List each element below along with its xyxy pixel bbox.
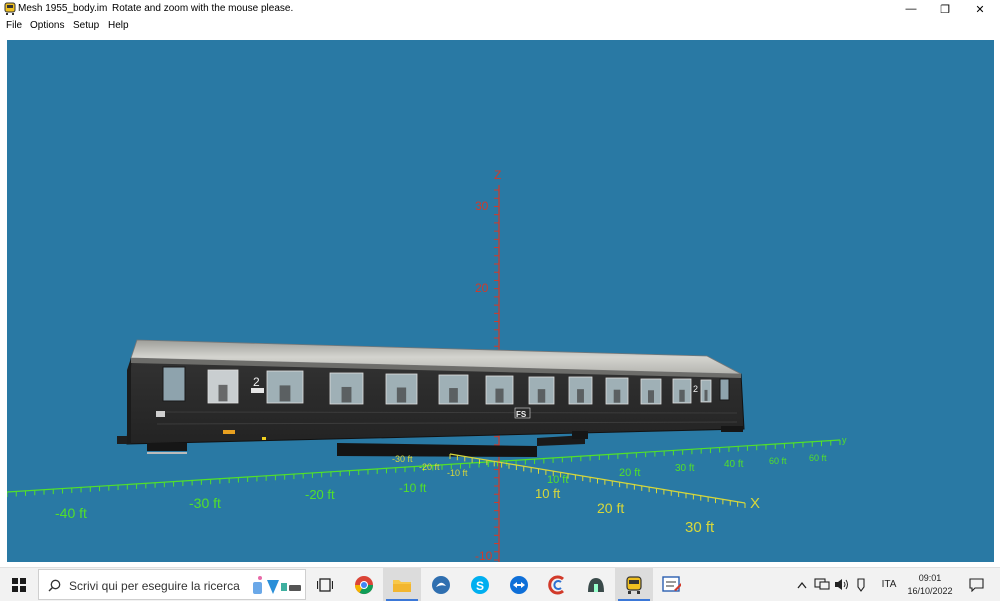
menu-options[interactable]: Options <box>30 20 64 31</box>
search-highlight-icon <box>253 576 301 594</box>
volume-icon[interactable] <box>833 568 851 601</box>
menu-bar: File Options Setup Help <box>0 18 1000 34</box>
network-icon[interactable] <box>813 568 831 601</box>
editor-icon[interactable] <box>653 568 691 601</box>
x-tick-label: 20 ft <box>597 500 624 516</box>
passenger-silhouette <box>537 389 546 403</box>
passenger-coach-model: 2 2 FS <box>117 339 745 457</box>
app-c-icon[interactable] <box>539 568 577 601</box>
chevron-up-icon[interactable] <box>795 568 809 601</box>
passenger-silhouette <box>396 387 407 403</box>
origin-tick-label: -30 ft <box>392 454 413 464</box>
taskbar-search-box[interactable]: Scrivi qui per eseguire la ricerca <box>38 569 306 600</box>
y-tick-label: -40 ft <box>55 505 87 521</box>
y-tick-label: 20 ft <box>619 467 640 479</box>
scene-svg: y -40 ft -30 ft -20 ft -10 ft 10 ft 20 f… <box>7 168 847 562</box>
origin-tick-label: -20 ft <box>419 462 440 472</box>
restore-button[interactable]: ❐ <box>928 0 962 18</box>
x-axis-label: X <box>750 495 760 512</box>
coach-class-label: 2 <box>253 375 260 389</box>
task-view-icon[interactable] <box>306 568 344 601</box>
app-bird-icon[interactable] <box>422 568 460 601</box>
minimize-button[interactable]: — <box>894 0 928 18</box>
coach-class-label-rear: 2 <box>693 384 698 394</box>
y-tick-label: -30 ft <box>189 495 221 511</box>
menu-help[interactable]: Help <box>108 20 129 31</box>
x-tick-label: 10 ft <box>535 486 561 501</box>
skype-icon[interactable]: S <box>461 568 499 601</box>
passenger-silhouette <box>279 385 291 402</box>
z-tick-label: 30 <box>475 199 489 213</box>
passenger-silhouette <box>341 386 352 403</box>
z-tick-label: -10 <box>475 549 493 562</box>
y-tick-label: -10 ft <box>399 481 427 495</box>
language-indicator[interactable]: ITA <box>876 568 902 601</box>
3d-viewport[interactable]: y -40 ft -30 ft -20 ft -10 ft 10 ft 20 f… <box>7 40 994 562</box>
y-axis-label: y <box>842 435 847 445</box>
search-placeholder: Scrivi qui per eseguire la ricerca <box>69 579 240 593</box>
passenger-silhouette <box>679 389 685 402</box>
x-axis: X 10 ft 20 ft 30 ft <box>449 453 760 536</box>
taskbar: Scrivi qui per eseguire la ricerca S ITA… <box>0 567 1000 601</box>
passenger-silhouette <box>648 390 654 403</box>
y-tick-label: 10 ft <box>547 474 568 486</box>
title-bar: Mesh 1955_body.im Rotate and zoom with t… <box>0 0 1000 18</box>
y-tick-label: 30 ft <box>675 463 695 474</box>
svg-text:S: S <box>476 579 484 593</box>
y-tick-label: -20 ft <box>305 487 335 502</box>
app-dome-icon[interactable] <box>577 568 615 601</box>
windows-start-icon[interactable] <box>0 568 38 601</box>
teamviewer-icon[interactable] <box>500 568 538 601</box>
chrome-icon[interactable] <box>345 568 383 601</box>
z-axis-label: Z <box>494 168 501 182</box>
close-button[interactable]: ✕ <box>963 0 997 18</box>
passenger-silhouette <box>577 389 584 403</box>
window-title: Mesh 1955_body.im <box>18 3 108 14</box>
clock-time[interactable]: 09:01 <box>908 573 952 583</box>
y-tick-label: 60 ft <box>769 456 787 466</box>
y-tick-label: 60 ft <box>809 453 827 463</box>
passenger-silhouette <box>449 388 458 403</box>
passenger-silhouette <box>495 388 504 403</box>
passenger-silhouette <box>613 389 621 403</box>
notification-icon[interactable] <box>962 568 990 601</box>
menu-file[interactable]: File <box>6 20 22 31</box>
file-explorer-icon[interactable] <box>383 568 421 601</box>
window-hint: Rotate and zoom with the mouse please. <box>112 3 294 14</box>
passenger-silhouette <box>704 389 708 401</box>
passenger-silhouette <box>218 384 228 402</box>
train-app-taskbar-icon[interactable] <box>615 568 653 601</box>
pen-icon[interactable] <box>852 568 870 601</box>
y-tick-label: 40 ft <box>724 459 744 470</box>
origin-tick-label: -10 ft <box>447 468 468 478</box>
x-tick-label: 30 ft <box>685 519 715 536</box>
fs-logo: FS <box>516 410 527 419</box>
z-tick-label: 20 <box>475 281 489 295</box>
train-app-icon <box>4 2 16 15</box>
menu-setup[interactable]: Setup <box>73 20 99 31</box>
clock-date[interactable]: 16/10/2022 <box>904 586 956 596</box>
search-icon <box>48 579 61 592</box>
